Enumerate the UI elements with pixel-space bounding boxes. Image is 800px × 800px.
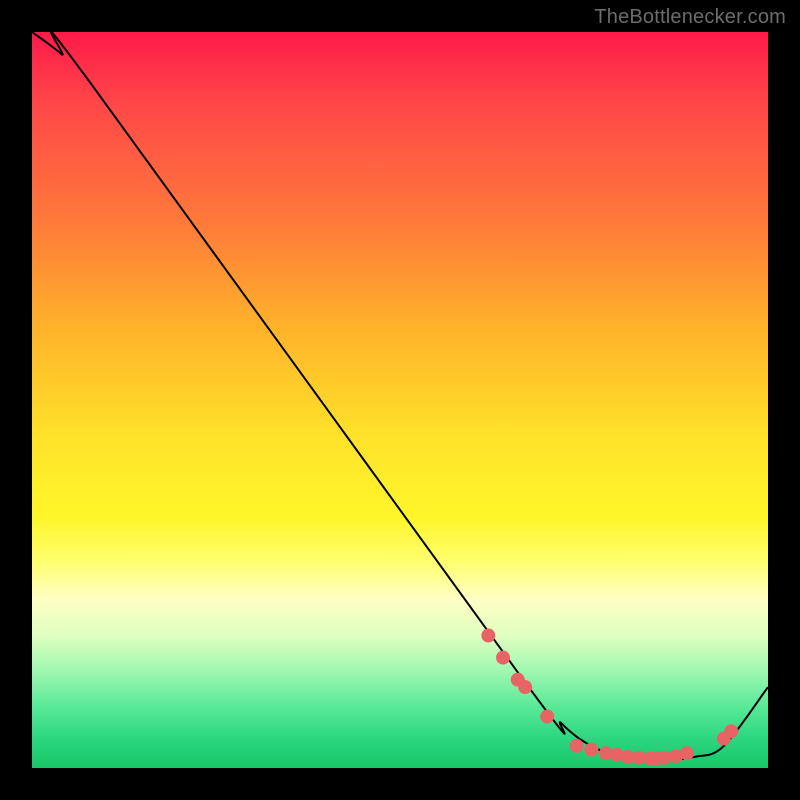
chart-marker xyxy=(540,709,554,723)
chart-marker xyxy=(724,724,738,738)
chart-svg xyxy=(32,32,768,768)
chart-marker xyxy=(496,651,510,665)
chart-marker xyxy=(518,680,532,694)
chart-markers xyxy=(481,629,738,766)
chart-plot-area xyxy=(32,32,768,768)
chart-marker xyxy=(481,629,495,643)
attribution-text: TheBottlenecker.com xyxy=(594,6,786,29)
chart-curve xyxy=(32,32,768,761)
chart-marker xyxy=(570,739,584,753)
chart-marker xyxy=(584,743,598,757)
chart-marker xyxy=(680,746,694,760)
